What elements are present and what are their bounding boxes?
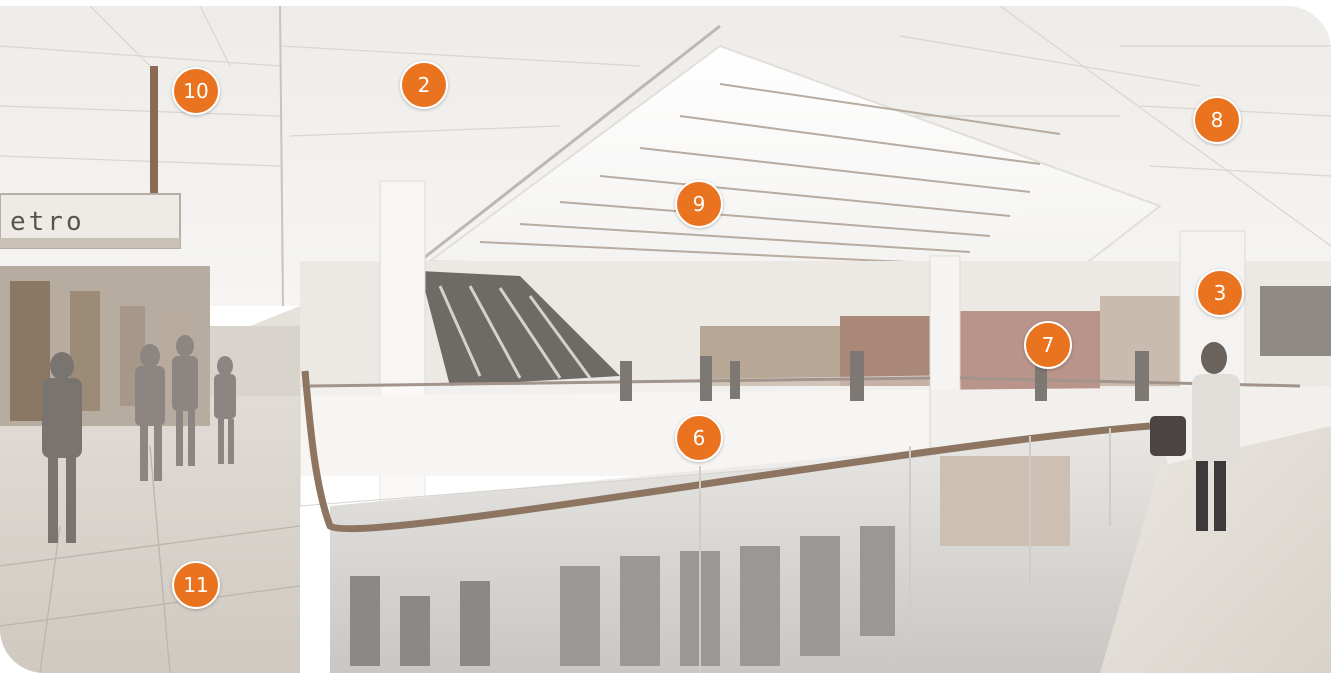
marker-9[interactable]: 9 [675, 180, 723, 228]
marker-10[interactable]: 10 [172, 67, 220, 115]
metro-sign-text: etro [10, 207, 85, 237]
marker-7[interactable]: 7 [1024, 321, 1072, 369]
marker-6[interactable]: 6 [675, 414, 723, 462]
marker-11[interactable]: 11 [172, 561, 220, 609]
marker-8[interactable]: 8 [1193, 96, 1241, 144]
marker-3[interactable]: 3 [1196, 269, 1244, 317]
marker-2[interactable]: 2 [400, 61, 448, 109]
